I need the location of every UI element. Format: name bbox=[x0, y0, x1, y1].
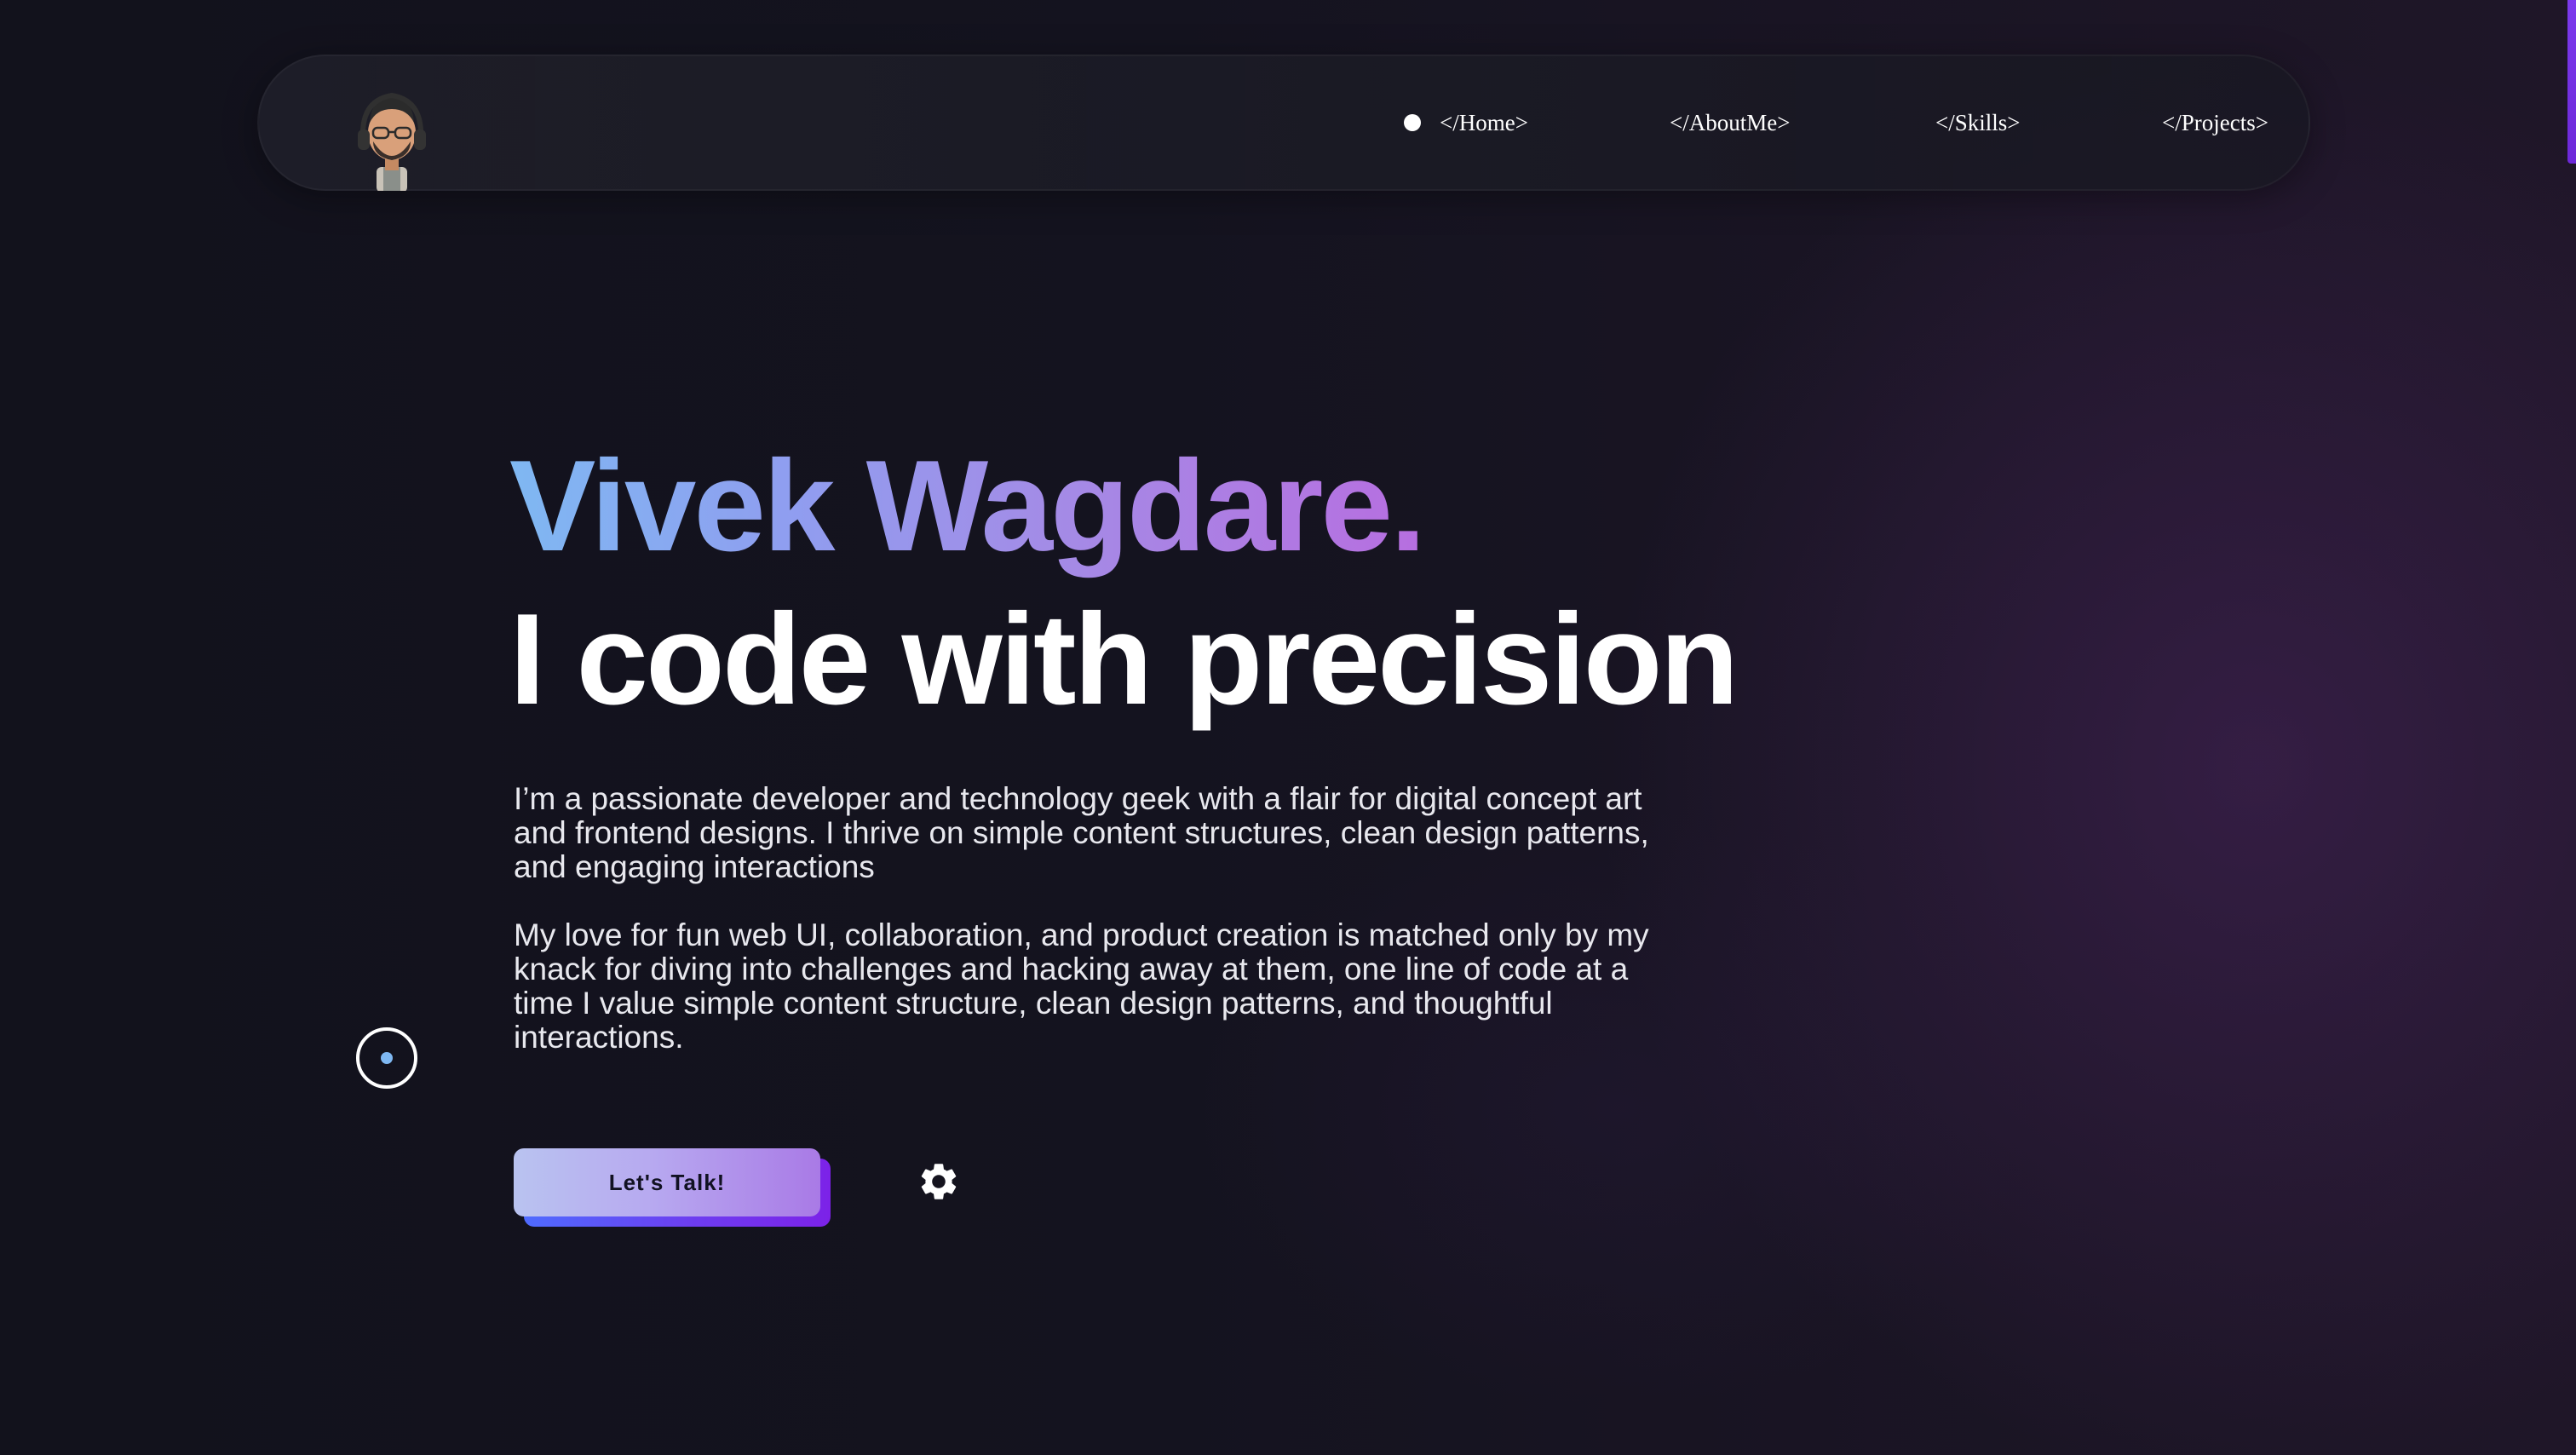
nav-link-home[interactable]: </Home> bbox=[1440, 107, 1528, 138]
scroll-target-icon[interactable] bbox=[356, 1027, 417, 1089]
nav-links: </Home> </AboutMe> </Skills> </Projects> bbox=[0, 107, 2576, 141]
bio-paragraph: I’m a passionate developer and technolog… bbox=[514, 781, 1649, 884]
nav-link-projects[interactable]: </Projects> bbox=[2162, 107, 2268, 138]
scroll-target-dot bbox=[381, 1052, 393, 1064]
cta-wrapper: Let's Talk! bbox=[514, 1148, 831, 1227]
hero-name: Vivek Wagdare. bbox=[509, 429, 1426, 583]
lets-talk-button[interactable]: Let's Talk! bbox=[514, 1148, 820, 1216]
settings-gear-svg bbox=[921, 1164, 957, 1199]
gear-icon[interactable] bbox=[917, 1159, 961, 1204]
nav-link-aboutme[interactable]: </AboutMe> bbox=[1670, 107, 1790, 138]
hero-tagline: I code with precision bbox=[509, 587, 1739, 732]
nav-link-skills[interactable]: </Skills> bbox=[1935, 107, 2020, 138]
bio-paragraph: My love for fun web UI, collaboration, a… bbox=[514, 917, 1649, 1055]
